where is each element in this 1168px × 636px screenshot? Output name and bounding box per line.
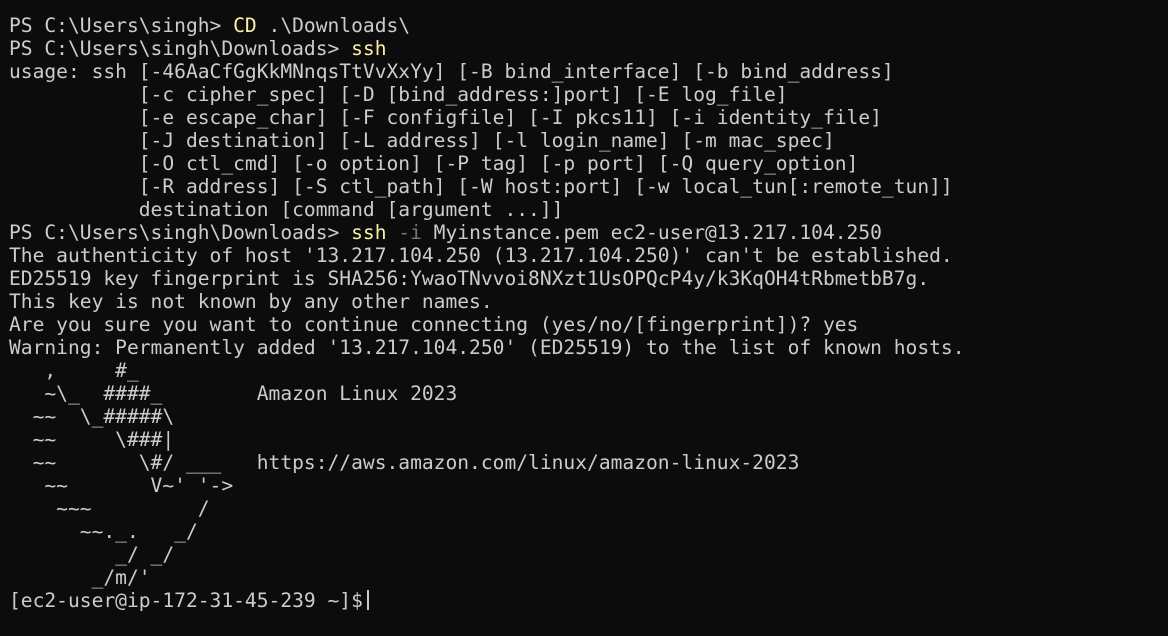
prompt-line: PS C:\Users\singh\Downloads> ssh xyxy=(9,37,1168,60)
prompt-line: PS C:\Users\singh\Downloads> ssh -i Myin… xyxy=(9,221,1168,244)
command-arguments: Myinstance.pem ec2-user@13.217.104.250 xyxy=(421,221,882,244)
output-line: ~~ \###| xyxy=(9,428,175,451)
output-line: ~~._. _/ xyxy=(9,520,198,543)
terminal-output: PS C:\Users\singh> CD .\Downloads\ PS C:\… xyxy=(9,14,1168,589)
terminal-window[interactable]: PS C:\Users\singh> CD .\Downloads\ PS C:\… xyxy=(0,0,1168,636)
text-cursor xyxy=(366,590,369,610)
output-line: [-J destination] [-L address] [-l login_… xyxy=(9,129,835,152)
output-line: _/m/' xyxy=(9,566,151,589)
current-prompt-line[interactable]: [ec2-user@ip-172-31-45-239 ~]$ xyxy=(9,589,1168,612)
command-name: ssh xyxy=(351,221,387,244)
output-line: ED25519 key fingerprint is SHA256:YwaoTN… xyxy=(9,267,930,290)
output-line: [-O ctl_cmd] [-o option] [-P tag] [-p po… xyxy=(9,152,859,175)
output-line: ~~~ / xyxy=(9,497,210,520)
output-line: [-e escape_char] [-F configfile] [-I pkc… xyxy=(9,106,882,129)
output-line: , #_ xyxy=(9,359,139,382)
output-line: This key is not known by any other names… xyxy=(9,290,493,313)
prompt-line: PS C:\Users\singh> CD .\Downloads\ xyxy=(9,14,1168,37)
output-line: _/ _/ xyxy=(9,543,175,566)
output-line: [-c cipher_spec] [-D [bind_address:]port… xyxy=(9,83,788,106)
command-parameter: -i xyxy=(386,221,422,244)
shell-prompt: [ec2-user@ip-172-31-45-239 ~]$ xyxy=(9,589,363,612)
output-line: ~~ \#/ ___ https://aws.amazon.com/linux/… xyxy=(9,451,800,474)
output-line: The authenticity of host '13.217.104.250… xyxy=(9,244,953,267)
command-arguments: .\Downloads\ xyxy=(256,14,411,37)
output-line: Warning: Permanently added '13.217.104.2… xyxy=(9,336,965,359)
output-line: usage: ssh [-46AaCfGgKkMNnqsTtVvXxYy] [-… xyxy=(9,60,894,83)
command-name: CD xyxy=(233,14,257,37)
output-line: [-R address] [-S ctl_path] [-W host:port… xyxy=(9,175,953,198)
output-line: ~~ \_#####\ xyxy=(9,405,175,428)
command-name: ssh xyxy=(351,37,387,60)
ps-prompt: PS C:\Users\singh\Downloads> xyxy=(9,221,352,244)
output-line: ~~ V~' '-> xyxy=(9,474,234,497)
ps-prompt: PS C:\Users\singh> xyxy=(9,14,234,37)
output-line: Are you sure you want to continue connec… xyxy=(9,313,859,336)
output-line: ~\_ ####_ Amazon Linux 2023 xyxy=(9,382,458,405)
ps-prompt: PS C:\Users\singh\Downloads> xyxy=(9,37,352,60)
output-line: destination [command [argument ...]] xyxy=(9,198,564,221)
